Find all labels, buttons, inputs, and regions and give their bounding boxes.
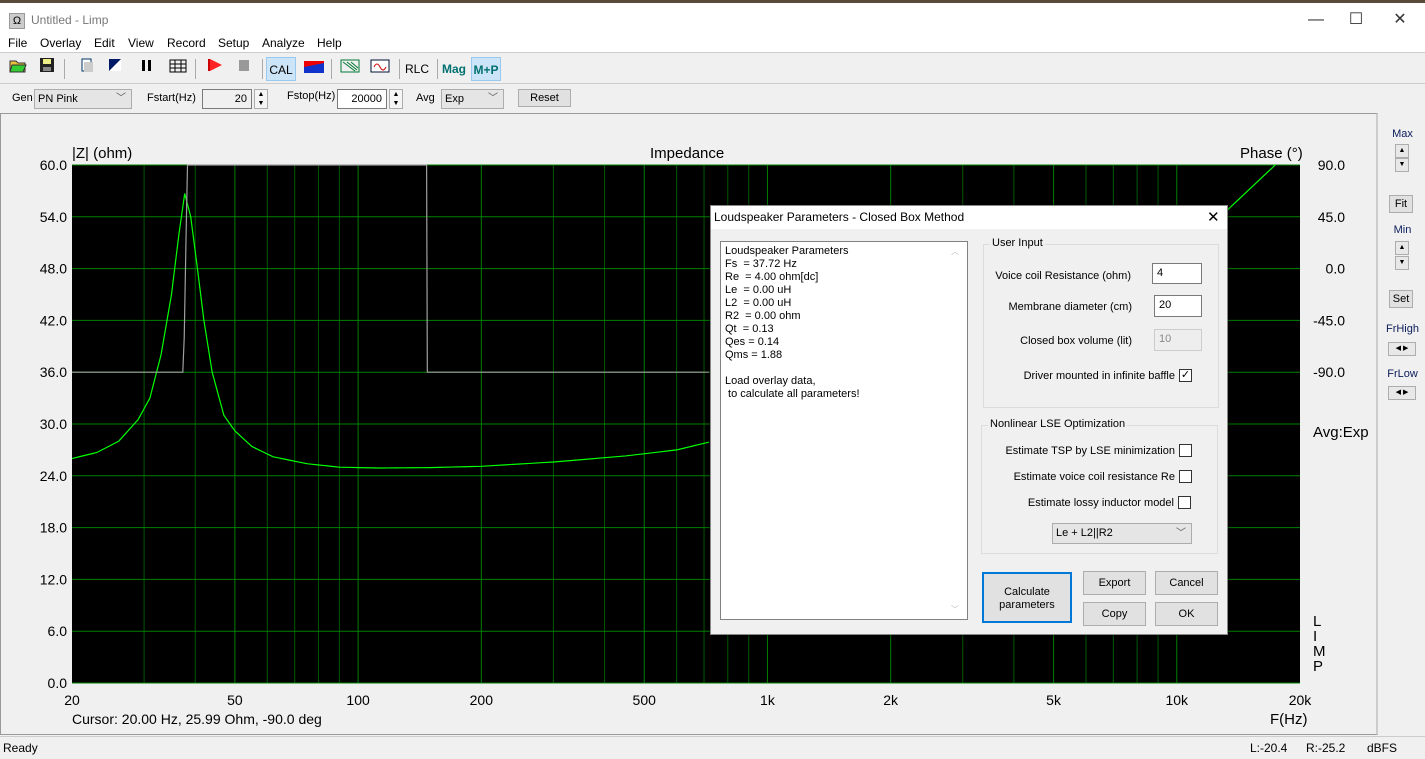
left-level: L:-20.4: [1250, 741, 1288, 755]
max-up-button[interactable]: ▲: [1395, 144, 1409, 158]
estimate-tsp-checkbox[interactable]: [1179, 444, 1192, 457]
max-down-button[interactable]: ▼: [1395, 158, 1409, 172]
max-label: Max: [1392, 128, 1413, 140]
y-axis-label: |Z| (ohm): [72, 145, 133, 162]
y2-tick-label: -45.0: [1313, 312, 1345, 328]
y2-axis-label: Phase (°): [1240, 145, 1303, 162]
y-tick-label: 12.0: [40, 571, 67, 587]
close-button[interactable]: ✕: [1377, 7, 1423, 35]
min-up-button[interactable]: ▲: [1395, 241, 1409, 255]
membrane-diameter-label: Membrane diameter (cm): [1008, 301, 1132, 313]
scroll-up-icon[interactable]: ︿: [951, 246, 959, 257]
estimate-lossy-label: Estimate lossy inductor model: [1027, 497, 1174, 509]
dialog-title-bar: Loudspeaker Parameters - Closed Box Meth…: [711, 206, 1227, 229]
x-tick-label: 500: [633, 692, 657, 708]
status-text: Ready: [3, 741, 38, 755]
results-textarea[interactable]: Loudspeaker Parameters Fs = 37.72 Hz Re …: [720, 241, 968, 620]
set-button[interactable]: Set: [1389, 290, 1413, 308]
x-tick-label: 1k: [760, 692, 776, 708]
y-tick-label: 60.0: [40, 157, 67, 173]
x-tick-label: 20: [64, 692, 80, 708]
dialog-close-button[interactable]: ✕: [1207, 208, 1220, 226]
loudspeaker-parameters-dialog: Loudspeaker Parameters - Closed Box Meth…: [710, 205, 1228, 635]
estimate-lossy-checkbox[interactable]: [1178, 496, 1191, 509]
right-level: R:-25.2: [1306, 741, 1346, 755]
frlow-scroll[interactable]: ◀ ▶: [1388, 386, 1416, 400]
membrane-diameter-input[interactable]: 20: [1154, 295, 1202, 317]
y2-tick-label: 90.0: [1318, 157, 1345, 173]
y-tick-label: 24.0: [40, 468, 67, 484]
x-tick-label: 200: [470, 692, 494, 708]
y-tick-label: 48.0: [40, 261, 67, 277]
y-tick-label: 0.0: [48, 675, 68, 691]
frhigh-label: FrHigh: [1385, 323, 1419, 335]
chart-title: Impedance: [650, 145, 725, 162]
infinite-baffle-label: Driver mounted in infinite baffle: [1023, 370, 1175, 382]
ok-button[interactable]: OK: [1155, 602, 1218, 626]
user-input-title: User Input: [990, 237, 1045, 249]
scroll-down-icon[interactable]: ﹀: [951, 604, 959, 615]
frhigh-scroll[interactable]: ◀ ▶: [1388, 342, 1416, 356]
export-button[interactable]: Export: [1083, 571, 1146, 595]
inductor-model-select[interactable]: Le + L2||R2 ﹀: [1052, 523, 1192, 544]
estimate-tsp-label: Estimate TSP by LSE minimization: [1005, 445, 1175, 457]
y2-tick-label: 0.0: [1326, 261, 1346, 277]
y-tick-label: 18.0: [40, 520, 67, 536]
y-tick-label: 36.0: [40, 364, 67, 380]
box-volume-label: Closed box volume (lit): [1020, 335, 1132, 347]
x-tick-label: 5k: [1046, 692, 1062, 708]
scale-panel: Max ▲ ▼ Fit Min ▲ ▼ Set FrHigh ◀ ▶ FrLow…: [1380, 113, 1425, 735]
copy-button[interactable]: Copy: [1083, 602, 1146, 626]
avg-indicator: Avg:Exp: [1313, 424, 1369, 441]
lse-title: Nonlinear LSE Optimization: [988, 418, 1128, 430]
min-down-button[interactable]: ▼: [1395, 256, 1409, 270]
status-bar: Ready L:-20.4 R:-25.2 dBFS: [0, 736, 1425, 759]
inductor-model-value: Le + L2||R2: [1056, 527, 1113, 539]
limp-vertical-label: LIMP: [1313, 613, 1326, 675]
x-tick-label: 100: [346, 692, 370, 708]
vc-resistance-label: Voice coil Resistance (ohm): [995, 270, 1131, 282]
y2-tick-label: -90.0: [1313, 364, 1345, 380]
min-label: Min: [1393, 224, 1412, 236]
cursor-readout: Cursor: 20.00 Hz, 25.99 Ohm, -90.0 deg: [72, 711, 322, 727]
calculate-parameters-button[interactable]: Calculate parameters: [982, 572, 1072, 623]
box-volume-input[interactable]: 10: [1154, 329, 1202, 351]
y-tick-label: 42.0: [40, 312, 67, 328]
vc-resistance-input[interactable]: 4: [1152, 263, 1202, 284]
frlow-label: FrLow: [1387, 368, 1418, 380]
x-tick-label: 20k: [1289, 692, 1313, 708]
estimate-re-label: Estimate voice coil resistance Re: [1013, 471, 1175, 483]
infinite-baffle-checkbox[interactable]: ✓: [1179, 369, 1192, 382]
dialog-title: Loudspeaker Parameters - Closed Box Meth…: [714, 210, 965, 224]
y-tick-label: 6.0: [48, 623, 68, 639]
y2-tick-label: 45.0: [1318, 209, 1345, 225]
x-axis-label: F(Hz): [1270, 711, 1308, 728]
chevron-down-icon: ﹀: [1176, 528, 1186, 539]
estimate-re-checkbox[interactable]: [1179, 470, 1192, 483]
cancel-button[interactable]: Cancel: [1155, 571, 1218, 595]
y-tick-label: 54.0: [40, 209, 67, 225]
level-unit: dBFS: [1367, 741, 1398, 755]
x-tick-label: 50: [227, 692, 243, 708]
y-tick-label: 30.0: [40, 416, 67, 432]
fit-button[interactable]: Fit: [1389, 195, 1413, 213]
x-tick-label: 10k: [1165, 692, 1189, 708]
x-tick-label: 2k: [883, 692, 899, 708]
